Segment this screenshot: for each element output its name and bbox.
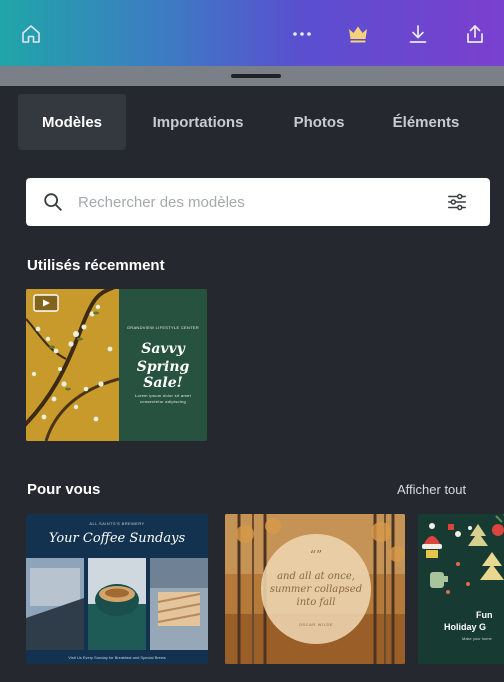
tab-importations[interactable]: Importations	[136, 94, 260, 150]
template-headline-1: Savvy	[141, 341, 185, 357]
tab-photos[interactable]: Photos	[280, 94, 358, 150]
template-title: Your Coffee Sundays	[48, 531, 186, 546]
template-card-coffee[interactable]: ALL SAINTS'S BREWERY Your Coffee Sundays…	[26, 514, 208, 664]
more-icon[interactable]	[290, 22, 314, 46]
home-icon[interactable]	[19, 22, 43, 46]
coffee-collage-image	[26, 558, 208, 650]
download-icon[interactable]	[406, 22, 430, 46]
template-kicker: GRANDVIEW LIFESTYLE CENTER	[126, 325, 200, 330]
template-fineprint: Lorem ipsum dolor sit amet consectetur a…	[134, 393, 192, 404]
quote-mark: “”	[309, 548, 323, 562]
quote-author: OSCAR WILDE	[298, 622, 334, 627]
video-icon	[33, 294, 59, 312]
quote-text: and all at once, summer collapsed into f…	[269, 571, 363, 608]
template-title-line-2: Holiday G	[444, 622, 487, 632]
bottom-edge	[0, 670, 504, 682]
recent-template-card[interactable]: GRANDVIEW LIFESTYLE CENTER Savvy Spring …	[26, 289, 207, 441]
top-toolbar	[0, 0, 504, 66]
crown-icon[interactable]	[346, 22, 370, 46]
search-bar[interactable]	[26, 178, 490, 226]
section-title-for-you: Pour vous	[27, 481, 101, 498]
template-card-holiday[interactable]: Fun Holiday G Make your home	[418, 514, 504, 664]
tab-bar: Modèles Importations Photos Éléments	[0, 86, 504, 156]
template-kicker: ALL SAINTS'S BREWERY	[89, 521, 145, 526]
search-icon	[44, 193, 62, 211]
panel-drag-strip[interactable]	[0, 66, 504, 86]
template-subtitle: Make your home	[462, 636, 492, 641]
share-icon[interactable]	[463, 22, 487, 46]
filter-icon[interactable]	[446, 191, 468, 213]
drag-handle[interactable]	[231, 74, 281, 78]
section-title-recent: Utilisés récemment	[27, 257, 165, 274]
search-input[interactable]	[78, 186, 418, 218]
template-headline-2: Spring Sale!	[136, 359, 190, 391]
template-title-line-1: Fun	[476, 610, 493, 620]
holiday-illustration	[418, 514, 504, 664]
see-all-link[interactable]: Afficher tout	[397, 482, 466, 497]
tab-modeles[interactable]: Modèles	[18, 94, 126, 150]
quote-circle: “” and all at once, summer collapsed int…	[261, 534, 371, 644]
template-card-autumn-quote[interactable]: “” and all at once, summer collapsed int…	[225, 514, 405, 664]
template-footer: Visit Us Every Sunday for Breakfast and …	[68, 655, 166, 660]
tab-elements[interactable]: Éléments	[370, 94, 482, 150]
